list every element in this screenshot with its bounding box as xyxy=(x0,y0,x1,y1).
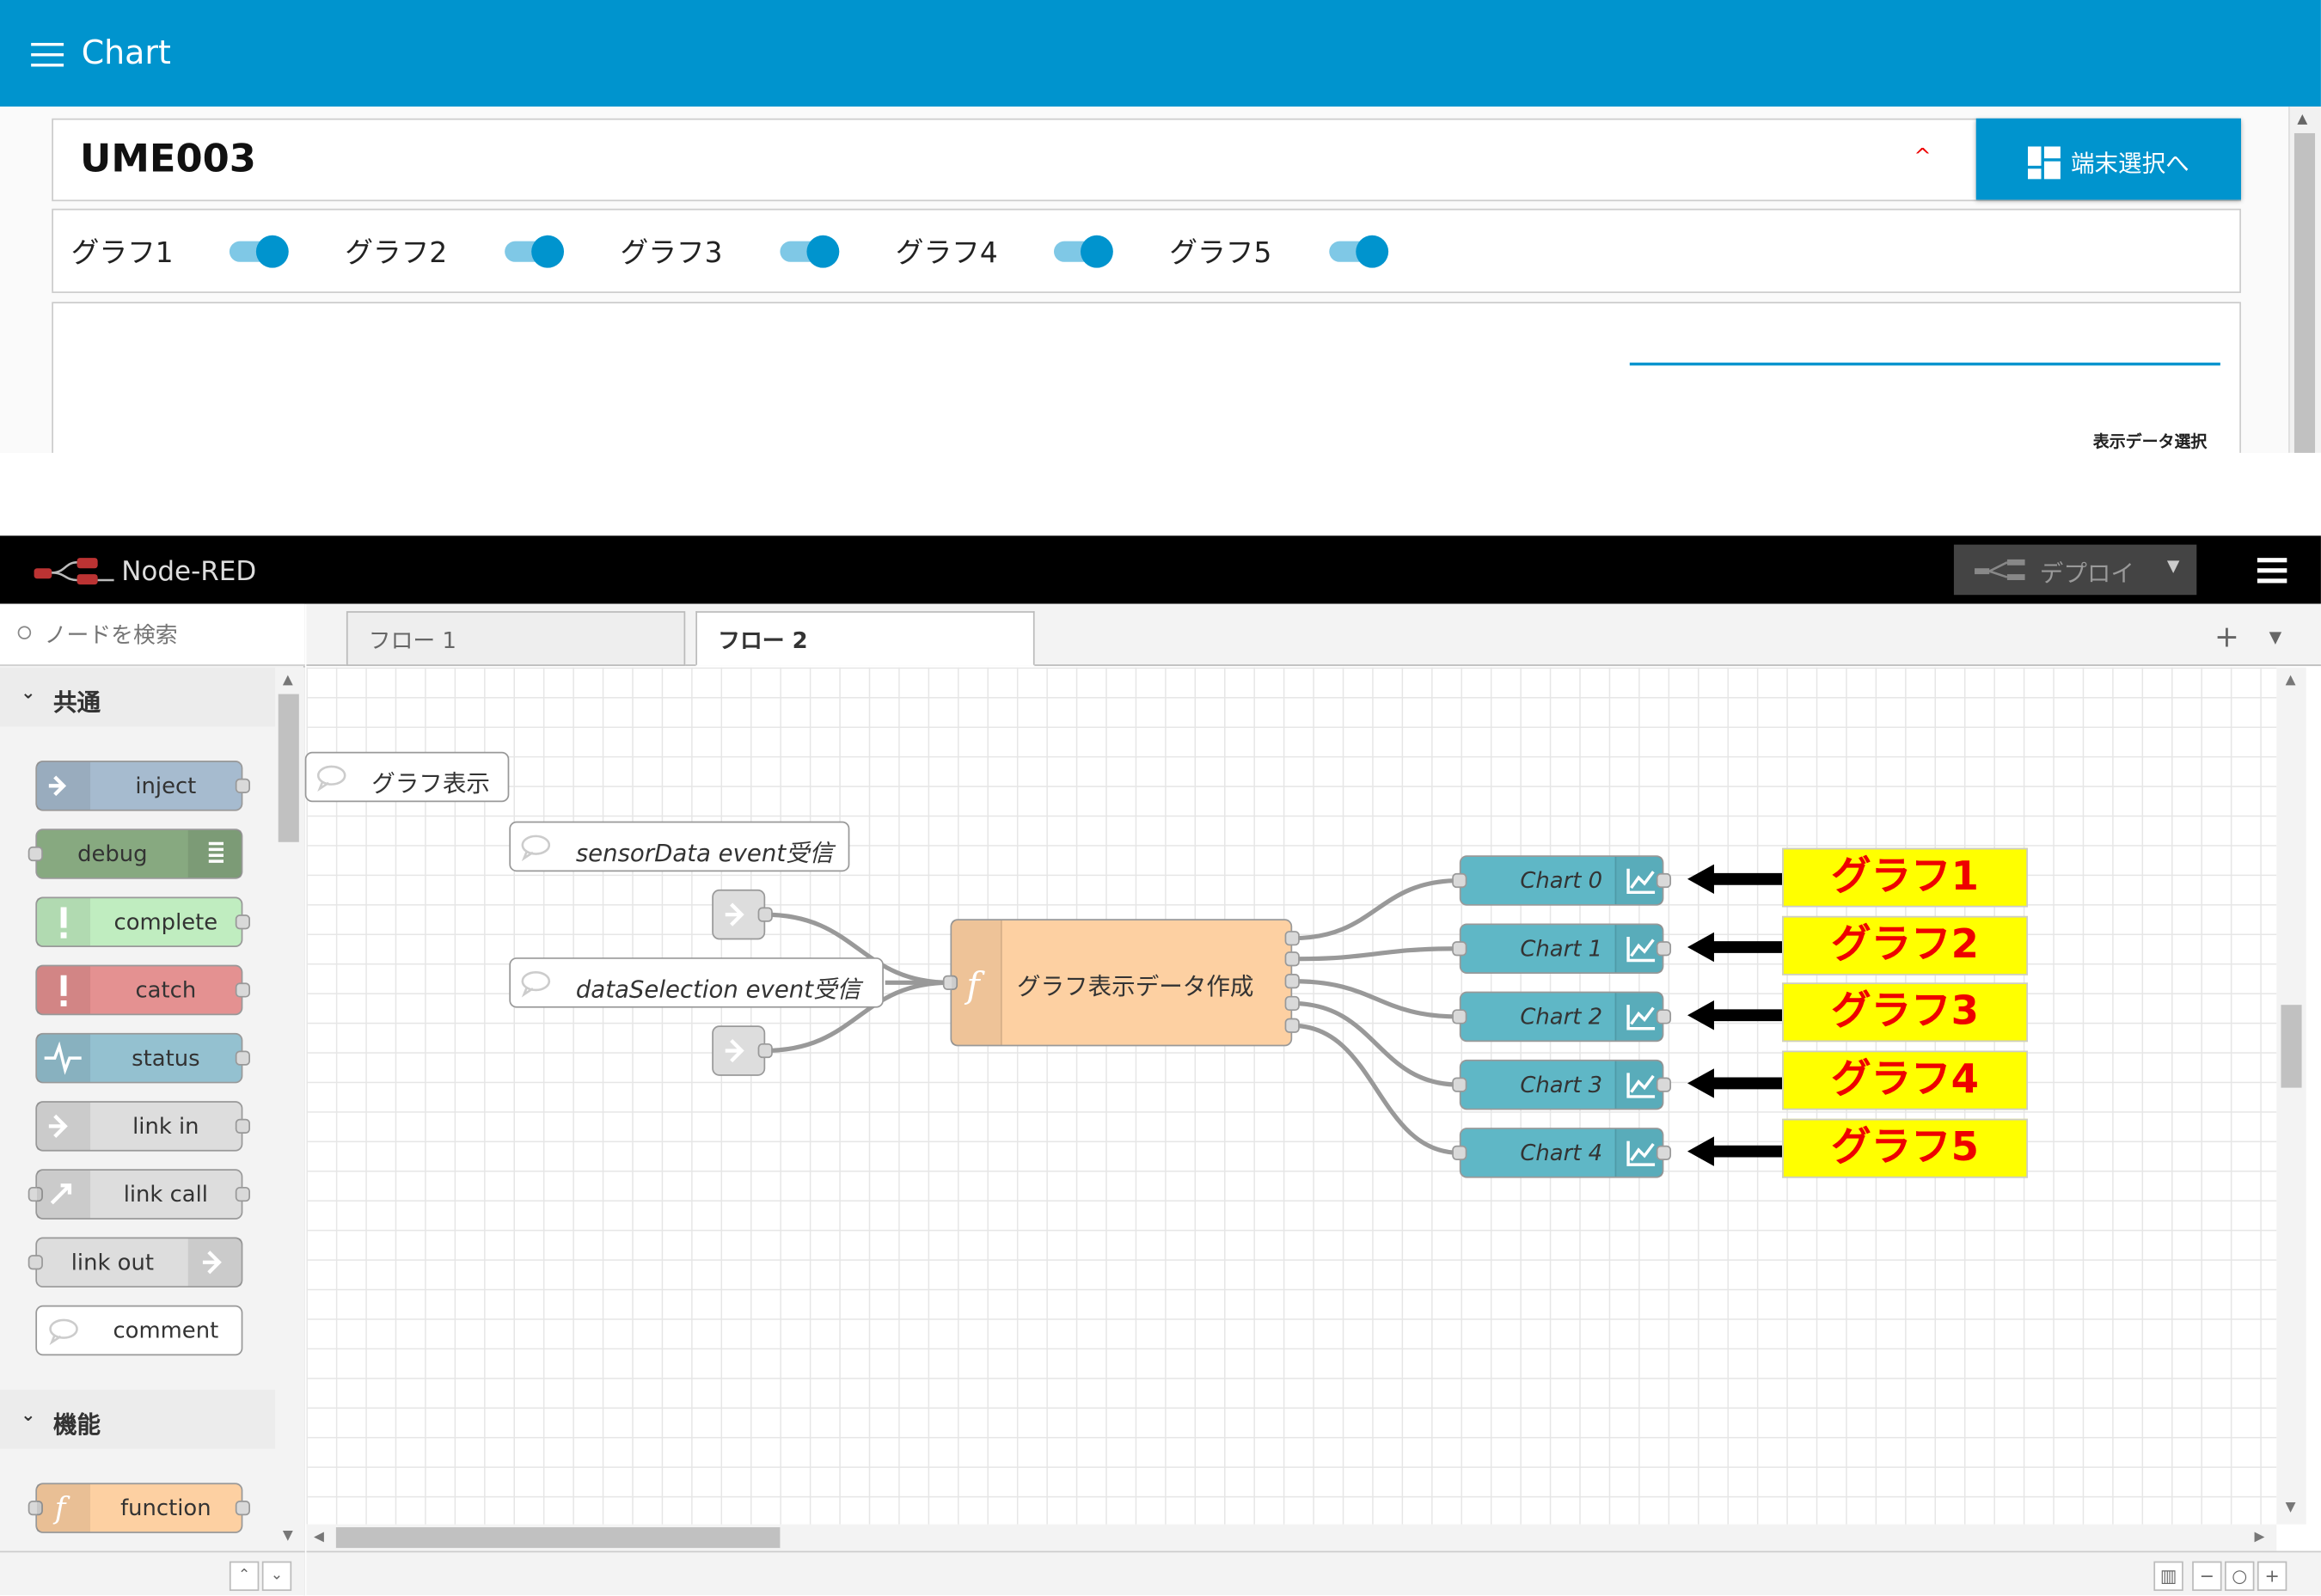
link-in-node-1[interactable] xyxy=(712,889,773,940)
workspace-horizontal-scrollbar[interactable]: ◀ ▶ xyxy=(306,1524,2277,1551)
workspace-footer: ▥ − ○ + xyxy=(306,1550,2321,1596)
annotation-graph-5: グラフ5 xyxy=(1782,1118,2029,1178)
graph-toggle-3[interactable] xyxy=(780,235,842,268)
palette-node-inject[interactable]: inject xyxy=(35,761,251,811)
palette-footer: ⌃ ⌄ xyxy=(0,1550,305,1596)
device-card xyxy=(52,118,2241,202)
navigator-map-icon[interactable]: ▥ xyxy=(2153,1561,2183,1592)
category-common-label: 共通 xyxy=(52,688,101,717)
function-icon: f xyxy=(952,920,1002,1045)
palette-node-link-in[interactable]: link in xyxy=(35,1101,251,1152)
toggle-label-1: グラフ1 xyxy=(70,236,174,270)
section-gap xyxy=(0,452,2321,536)
palette-node-comment[interactable]: comment xyxy=(35,1305,243,1356)
palette-search-input[interactable] xyxy=(44,618,297,651)
line-chart-icon xyxy=(1614,925,1663,973)
toggle-label-3: グラフ3 xyxy=(620,236,723,270)
deploy-button[interactable]: デプロイ ▼ xyxy=(1953,544,2197,596)
tab-list-dropdown-icon[interactable]: ▼ xyxy=(2269,627,2282,646)
svg-text:f: f xyxy=(964,965,985,1006)
dashboard-title: Chart xyxy=(81,35,171,73)
toggle-label-4: グラフ4 xyxy=(895,236,998,270)
chart-node-1[interactable]: Chart 1 xyxy=(1452,923,1672,975)
tab-flow-1[interactable]: フロー 1 xyxy=(346,611,686,666)
category-common[interactable]: ⌄ 共通 xyxy=(0,667,276,727)
device-select-label: 端末選択へ xyxy=(2070,149,2189,178)
speech-bubble-icon xyxy=(511,959,558,1006)
palette-node-status[interactable]: status xyxy=(35,1032,251,1084)
line-chart-icon xyxy=(1614,1061,1663,1109)
graph-toggle-1[interactable] xyxy=(229,235,291,268)
nodered-logo-icon xyxy=(34,558,114,585)
collapse-caret-icon[interactable]: ^ xyxy=(1914,145,1931,169)
chart-node-0[interactable]: Chart 0 xyxy=(1452,855,1672,906)
line-chart-icon xyxy=(1614,993,1663,1041)
palette-node-catch[interactable]: catch xyxy=(35,964,251,1016)
dashboard-header xyxy=(0,0,2321,107)
data-select-label: 表示データ選択 xyxy=(2092,431,2208,452)
search-icon xyxy=(17,626,32,639)
chart-node-3[interactable]: Chart 3 xyxy=(1452,1059,1672,1110)
annotation-graph-2: グラフ2 xyxy=(1782,915,2029,975)
palette-node-link-call[interactable]: link call xyxy=(28,1169,251,1220)
main-menu-icon[interactable] xyxy=(2257,558,2287,584)
chevron-down-icon: ⌄ xyxy=(21,682,36,703)
arrow-left-icon xyxy=(1687,1000,1783,1030)
arrow-left-icon xyxy=(1687,1136,1783,1166)
graph-toggle-4[interactable] xyxy=(1053,235,1116,268)
device-select-button[interactable]: 端末選択へ xyxy=(1975,118,2241,200)
annotation-graph-4: グラフ4 xyxy=(1782,1050,2029,1110)
deploy-icon xyxy=(1975,559,2025,580)
deploy-label: デプロイ xyxy=(2039,559,2135,588)
debug-list-icon xyxy=(187,829,242,878)
chart-node-2[interactable]: Chart 2 xyxy=(1452,991,1672,1043)
link-in-node-2[interactable] xyxy=(712,1025,773,1076)
tab-flow-2[interactable]: フロー 2 xyxy=(695,611,1035,666)
dashboard-grid-icon xyxy=(2028,146,2061,180)
palette-node-function[interactable]: f function xyxy=(28,1483,251,1533)
chart-node-4[interactable]: Chart 4 xyxy=(1452,1128,1672,1178)
category-function-label: 機能 xyxy=(52,1409,101,1439)
palette-node-debug[interactable]: debug xyxy=(28,829,243,879)
workspace-vertical-scrollbar[interactable]: ▲ ▼ xyxy=(2276,667,2306,1525)
graph-toggle-2[interactable] xyxy=(505,235,566,268)
speech-bubble-icon xyxy=(306,753,353,800)
palette-node-link-out[interactable]: link out xyxy=(28,1237,243,1288)
link-in-icon xyxy=(725,902,744,926)
expand-all-icon[interactable]: ⌄ xyxy=(261,1561,292,1592)
hamburger-menu-icon[interactable] xyxy=(31,42,64,67)
chart-card xyxy=(52,302,2241,465)
annotation-graph-1: グラフ1 xyxy=(1782,847,2029,908)
function-node-graph-data[interactable]: f グラフ表示データ作成 xyxy=(942,919,1300,1047)
deploy-dropdown-icon[interactable]: ▼ xyxy=(2167,556,2180,575)
zoom-out-icon[interactable]: − xyxy=(2192,1561,2222,1592)
zoom-reset-icon[interactable]: ○ xyxy=(2225,1561,2255,1592)
arrow-left-icon xyxy=(1687,932,1783,963)
palette-node-complete[interactable]: complete xyxy=(35,896,251,948)
comment-node-data-selection[interactable]: dataSelection event受信 xyxy=(509,957,884,1008)
collapse-all-icon[interactable]: ⌃ xyxy=(229,1561,260,1592)
add-tab-icon[interactable]: + xyxy=(2214,619,2239,654)
dashboard-scrollbar[interactable]: ▲ xyxy=(2288,106,2321,459)
comment-node-sensor-data[interactable]: sensorData event受信 xyxy=(509,821,850,872)
line-chart-icon xyxy=(1614,1128,1663,1177)
palette-scrollbar[interactable]: ▲ ▼ xyxy=(275,667,305,1551)
toggle-label-2: グラフ2 xyxy=(345,236,448,270)
category-function[interactable]: ⌄ 機能 xyxy=(0,1389,276,1449)
line-chart-icon xyxy=(1614,856,1663,905)
data-select-dropdown[interactable] xyxy=(1629,362,2220,366)
comment-node-graph-display[interactable]: グラフ表示 xyxy=(304,751,510,803)
link-out-icon xyxy=(187,1238,242,1287)
nodered-app-name: Node-RED xyxy=(121,556,257,588)
zoom-in-icon[interactable]: + xyxy=(2257,1561,2287,1592)
speech-bubble-icon xyxy=(511,822,558,870)
arrow-left-icon xyxy=(1687,1068,1783,1098)
graph-toggle-5[interactable] xyxy=(1329,235,1391,268)
device-name: UME003 xyxy=(79,138,256,182)
arrow-left-icon xyxy=(1687,864,1783,895)
chevron-down-icon: ⌄ xyxy=(21,1404,36,1426)
link-in-icon xyxy=(725,1038,744,1063)
toggle-label-5: グラフ5 xyxy=(1169,236,1272,270)
annotation-graph-3: グラフ3 xyxy=(1782,982,2029,1043)
